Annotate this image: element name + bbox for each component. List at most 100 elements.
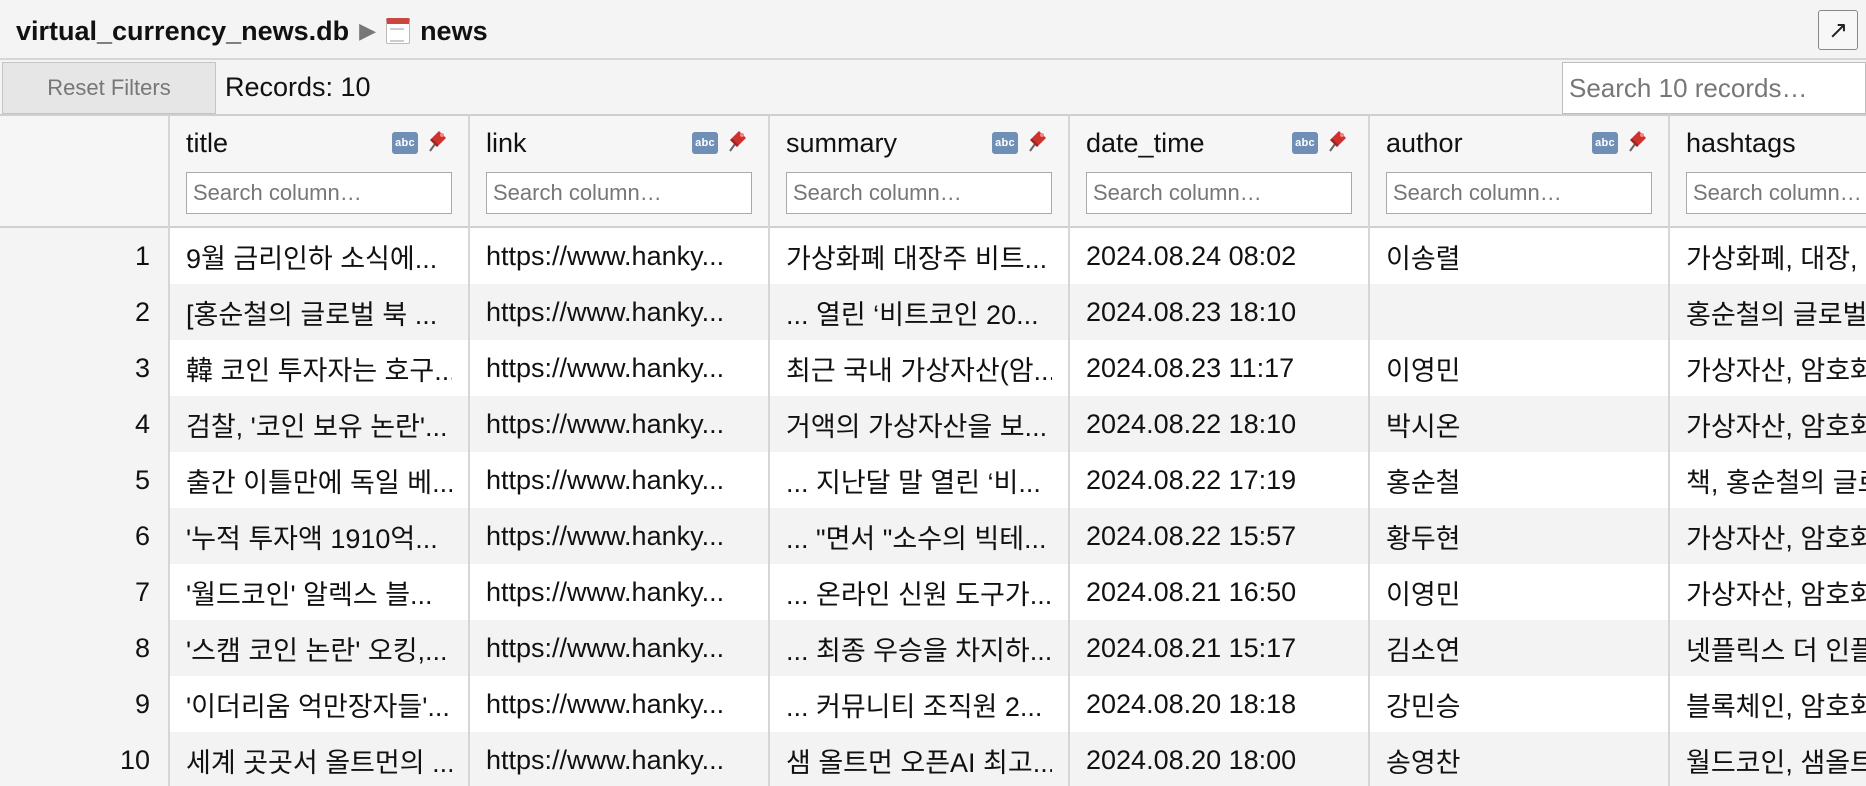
cell-author[interactable]: 박시온: [1370, 396, 1670, 452]
column-name[interactable]: summary: [786, 128, 897, 159]
cell-hashtags[interactable]: 가상자산, 암호화: [1670, 340, 1866, 396]
cell-text: 가상화폐 대장주 비트...: [786, 243, 1048, 274]
cell-title[interactable]: [홍순철의 글로벌 북 ...: [170, 284, 470, 340]
pin-icon[interactable]: [1324, 129, 1348, 155]
column-search-input[interactable]: [186, 172, 452, 214]
cell-link[interactable]: https://www.hanky...: [470, 676, 770, 732]
cell-date-time[interactable]: 2024.08.21 16:50: [1070, 564, 1370, 620]
cell-summary[interactable]: ... "면서 "소수의 빅테...: [770, 508, 1070, 564]
column-name[interactable]: hashtags: [1686, 128, 1796, 159]
cell-link[interactable]: https://www.hanky...: [470, 508, 770, 564]
reset-filters-button[interactable]: Reset Filters: [2, 62, 216, 114]
table-row[interactable]: 1 9월 금리인하 소식에... https://www.hanky... 가상화폐 …: [0, 228, 1866, 284]
cell-summary[interactable]: 거액의 가상자산을 보...: [770, 396, 1070, 452]
cell-summary[interactable]: ... 최종 우승을 차지하...: [770, 620, 1070, 676]
cell-author[interactable]: 이영민: [1370, 564, 1670, 620]
cell-link[interactable]: https://www.hanky...: [470, 396, 770, 452]
cell-link[interactable]: https://www.hanky...: [470, 620, 770, 676]
cell-hashtags[interactable]: 홍순철의 글로벌: [1670, 284, 1866, 340]
cell-title[interactable]: 검찰, '코인 보유 논란'...: [170, 396, 470, 452]
pin-icon[interactable]: [424, 129, 448, 155]
cell-title[interactable]: '누적 투자액 1910억...: [170, 508, 470, 564]
cell-date-time[interactable]: 2024.08.24 08:02: [1070, 228, 1370, 284]
cell-title[interactable]: 9월 금리인하 소식에...: [170, 228, 470, 284]
cell-link[interactable]: https://www.hanky...: [470, 452, 770, 508]
expand-button[interactable]: ↗: [1818, 10, 1858, 50]
column-header-summary[interactable]: summary abc: [770, 116, 1070, 228]
cell-hashtags[interactable]: 가상화폐, 대장,: [1670, 228, 1866, 284]
cell-date-time[interactable]: 2024.08.20 18:00: [1070, 732, 1370, 786]
cell-text: 황두현: [1386, 523, 1461, 554]
cell-title[interactable]: '스캠 코인 논란' 오킹,...: [170, 620, 470, 676]
column-search-input[interactable]: [1386, 172, 1652, 214]
search-records-input[interactable]: [1562, 62, 1866, 114]
column-name[interactable]: title: [186, 128, 228, 159]
cell-link[interactable]: https://www.hanky...: [470, 340, 770, 396]
column-search-input[interactable]: [1686, 172, 1866, 214]
cell-author[interactable]: 이영민: [1370, 340, 1670, 396]
cell-link[interactable]: https://www.hanky...: [470, 564, 770, 620]
pin-icon[interactable]: [724, 129, 748, 155]
cell-author[interactable]: 황두현: [1370, 508, 1670, 564]
cell-author[interactable]: [1370, 284, 1670, 340]
cell-date-time[interactable]: 2024.08.22 17:19: [1070, 452, 1370, 508]
cell-date-time[interactable]: 2024.08.22 15:57: [1070, 508, 1370, 564]
cell-link[interactable]: https://www.hanky...: [470, 284, 770, 340]
table-row[interactable]: 5 출간 이틀만에 독일 베... https://www.hanky... ... …: [0, 452, 1866, 508]
cell-link[interactable]: https://www.hanky...: [470, 732, 770, 786]
cell-hashtags[interactable]: 가상자산, 암호화: [1670, 508, 1866, 564]
table-row[interactable]: 7 '월드코인' 알렉스 블... https://www.hanky... ... …: [0, 564, 1866, 620]
column-search-input[interactable]: [1086, 172, 1352, 214]
column-header-title[interactable]: title abc: [170, 116, 470, 228]
row-number: 9: [0, 676, 170, 732]
column-header-hashtags[interactable]: hashtags: [1670, 116, 1866, 228]
cell-summary[interactable]: ... 열린 ‘비트코인 20...: [770, 284, 1070, 340]
cell-summary[interactable]: ... 커뮤니티 조직원 2...: [770, 676, 1070, 732]
column-header-link[interactable]: link abc: [470, 116, 770, 228]
cell-summary[interactable]: 가상화폐 대장주 비트...: [770, 228, 1070, 284]
cell-author[interactable]: 강민승: [1370, 676, 1670, 732]
cell-title[interactable]: 세계 곳곳서 올트먼의 ...: [170, 732, 470, 786]
cell-title[interactable]: 출간 이틀만에 독일 베...: [170, 452, 470, 508]
cell-title[interactable]: 韓 코인 투자자는 호구...: [170, 340, 470, 396]
pin-icon[interactable]: [1024, 129, 1048, 155]
cell-summary[interactable]: 샘 올트먼 오픈AI 최고...: [770, 732, 1070, 786]
breadcrumb-database[interactable]: virtual_currency_news.db: [16, 16, 349, 47]
column-header-date-time[interactable]: date_time abc: [1070, 116, 1370, 228]
cell-date-time[interactable]: 2024.08.22 18:10: [1070, 396, 1370, 452]
cell-date-time[interactable]: 2024.08.20 18:18: [1070, 676, 1370, 732]
column-name[interactable]: link: [486, 128, 527, 159]
column-search-input[interactable]: [786, 172, 1052, 214]
cell-summary[interactable]: 최근 국내 가상자산(암...: [770, 340, 1070, 396]
cell-author[interactable]: 이송렬: [1370, 228, 1670, 284]
cell-author[interactable]: 송영찬: [1370, 732, 1670, 786]
cell-date-time[interactable]: 2024.08.21 15:17: [1070, 620, 1370, 676]
cell-title[interactable]: '이더리움 억만장자들'...: [170, 676, 470, 732]
cell-date-time[interactable]: 2024.08.23 18:10: [1070, 284, 1370, 340]
table-row[interactable]: 3 韓 코인 투자자는 호구... https://www.hanky... 최근 국…: [0, 340, 1866, 396]
table-row[interactable]: 6 '누적 투자액 1910억... https://www.hanky......…: [0, 508, 1866, 564]
cell-summary[interactable]: ... 온라인 신원 도구가...: [770, 564, 1070, 620]
cell-link[interactable]: https://www.hanky...: [470, 228, 770, 284]
column-header-author[interactable]: author abc: [1370, 116, 1670, 228]
cell-author[interactable]: 김소연: [1370, 620, 1670, 676]
cell-author[interactable]: 홍순철: [1370, 452, 1670, 508]
table-row[interactable]: 8 '스캠 코인 논란' 오킹,... https://www.hanky.....…: [0, 620, 1866, 676]
cell-hashtags[interactable]: 가상자산, 암호화: [1670, 396, 1866, 452]
cell-hashtags[interactable]: 블록체인, 암호화: [1670, 676, 1866, 732]
cell-title[interactable]: '월드코인' 알렉스 블...: [170, 564, 470, 620]
column-search-input[interactable]: [486, 172, 752, 214]
column-name[interactable]: date_time: [1086, 128, 1205, 159]
table-row[interactable]: 2 [홍순철의 글로벌 북 ... https://www.hanky... ... …: [0, 284, 1866, 340]
cell-hashtags[interactable]: 책, 홍순철의 글로: [1670, 452, 1866, 508]
table-row[interactable]: 9 '이더리움 억만장자들'... https://www.hanky... ... …: [0, 676, 1866, 732]
cell-hashtags[interactable]: 가상자산, 암호화: [1670, 564, 1866, 620]
cell-date-time[interactable]: 2024.08.23 11:17: [1070, 340, 1370, 396]
pin-icon[interactable]: [1624, 129, 1648, 155]
table-row[interactable]: 4 검찰, '코인 보유 논란'... https://www.hanky... 거액…: [0, 396, 1866, 452]
cell-hashtags[interactable]: 월드코인, 샘올트: [1670, 732, 1866, 786]
column-name[interactable]: author: [1386, 128, 1463, 159]
cell-hashtags[interactable]: 넷플릭스 더 인플: [1670, 620, 1866, 676]
cell-summary[interactable]: ... 지난달 말 열린 ‘비...: [770, 452, 1070, 508]
table-row[interactable]: 10 세계 곳곳서 올트먼의 ... https://www.hanky... 샘 올…: [0, 732, 1866, 786]
